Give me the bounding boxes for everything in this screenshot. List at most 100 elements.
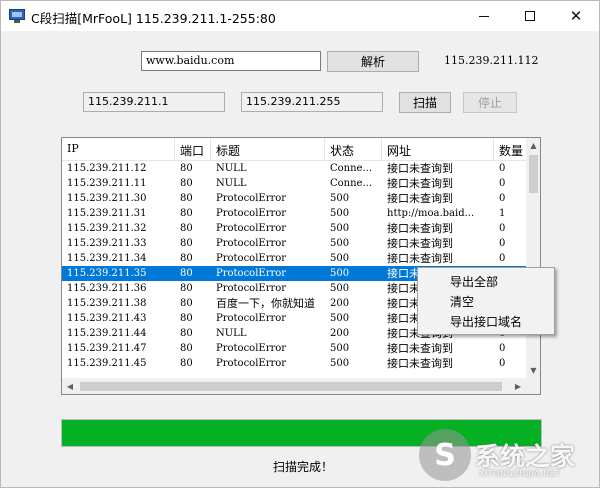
minimize-icon <box>479 15 489 17</box>
table-row[interactable]: 115.239.211.31 80 ProtocolError 500 http://m… <box>62 206 526 221</box>
cell-url: 接口未查询到 <box>387 192 453 205</box>
watermark-url: XITONGZHIJIA.NET <box>479 469 561 478</box>
cell-port: 80 <box>180 238 193 249</box>
cell-status: 500 <box>330 313 350 324</box>
end-ip-input[interactable]: 115.239.211.255 <box>241 92 383 112</box>
menu-item-export-domains[interactable]: 导出接口域名 <box>418 312 554 332</box>
scroll-left-icon[interactable]: ◀ <box>62 378 78 394</box>
watermark: S 系统之家 XITONGZHIJIA.NET <box>419 425 599 487</box>
cell-title: ProtocolError <box>216 223 287 234</box>
listview-header: IP 端口 标题 状态 网址 数量 <box>62 138 526 161</box>
cell-port: 80 <box>180 328 193 339</box>
cell-status: 200 <box>330 328 350 339</box>
cell-ip: 115.239.211.44 <box>67 328 147 339</box>
table-row[interactable]: 115.239.211.11 80 NULL Conne... 接口未查询到 0 <box>62 176 526 191</box>
column-header-count[interactable]: 数量 <box>494 138 526 161</box>
table-row[interactable]: 115.239.211.12 80 NULL Conne... 接口未查询到 0 <box>62 161 526 176</box>
app-window: C段扫描[MrFooL] 115.239.211.1-255:80 ✕ www.… <box>0 0 600 488</box>
horizontal-scroll-thumb[interactable] <box>80 382 502 391</box>
cell-ip: 115.239.211.43 <box>67 313 147 324</box>
cell-ip: 115.239.211.35 <box>67 268 147 279</box>
column-header-port[interactable]: 端口 <box>175 138 211 161</box>
cell-port: 80 <box>180 193 193 204</box>
table-row[interactable]: 115.239.211.30 80 ProtocolError 500 接口未查询到 0 <box>62 191 526 206</box>
cell-url: 接口未查询到 <box>387 177 453 190</box>
cell-port: 80 <box>180 298 193 309</box>
cell-title: ProtocolError <box>216 238 287 249</box>
cell-ip: 115.239.211.36 <box>67 283 147 294</box>
cell-title: NULL <box>216 163 247 174</box>
table-row[interactable]: 115.239.211.47 80 ProtocolError 500 接口未查询到 0 <box>62 341 526 356</box>
window-title: C段扫描[MrFooL] 115.239.211.1-255:80 <box>31 11 276 26</box>
cell-port: 80 <box>180 268 193 279</box>
column-header-status[interactable]: 状态 <box>325 138 382 161</box>
cell-url: http://moa.baid... <box>387 208 475 219</box>
cell-ip: 115.239.211.38 <box>67 298 147 309</box>
cell-port: 80 <box>180 208 193 219</box>
scrollbar-corner <box>526 378 540 394</box>
cell-url: 接口未查询到 <box>387 162 453 175</box>
menu-item-export-all[interactable]: 导出全部 <box>418 272 554 292</box>
vertical-scrollbar[interactable]: ▲ ▼ <box>526 138 540 378</box>
scroll-right-icon[interactable]: ▶ <box>510 378 526 394</box>
cell-status: 200 <box>330 298 350 309</box>
cell-port: 80 <box>180 358 193 369</box>
start-ip-input[interactable]: 115.239.211.1 <box>83 92 225 112</box>
minimize-button[interactable] <box>461 1 507 31</box>
cell-status: 500 <box>330 208 350 219</box>
app-monitor-icon <box>9 9 25 23</box>
results-listview[interactable]: IP 端口 标题 状态 网址 数量 115.239.211.12 80 NULL Co… <box>61 137 541 395</box>
cell-port: 80 <box>180 283 193 294</box>
cell-count: 0 <box>499 238 506 249</box>
horizontal-scrollbar[interactable]: ◀ ▶ <box>62 378 526 394</box>
cell-title: ProtocolError <box>216 193 287 204</box>
status-label: 扫描完成！ <box>273 460 334 474</box>
scroll-up-icon[interactable]: ▲ <box>526 138 540 153</box>
cell-status: 500 <box>330 238 350 249</box>
column-header-title[interactable]: 标题 <box>211 138 325 161</box>
table-row[interactable]: 115.239.211.33 80 ProtocolError 500 接口未查询到 0 <box>62 236 526 251</box>
resolve-button[interactable]: 解析 <box>327 51 419 72</box>
watermark-text: 系统之家 <box>475 442 576 471</box>
cell-title: ProtocolError <box>216 283 287 294</box>
stop-button[interactable]: 停止 <box>463 92 517 113</box>
cell-title: NULL <box>216 328 247 339</box>
maximize-button[interactable] <box>507 1 553 31</box>
column-header-ip[interactable]: IP <box>62 138 175 161</box>
title-bar[interactable]: C段扫描[MrFooL] 115.239.211.1-255:80 ✕ <box>1 1 599 31</box>
cell-ip: 115.239.211.11 <box>67 178 147 189</box>
maximize-icon <box>525 11 535 21</box>
cell-count: 0 <box>499 358 506 369</box>
cell-title: ProtocolError <box>216 313 287 324</box>
cell-status: 500 <box>330 193 350 204</box>
cell-url: 接口未查询到 <box>387 237 453 250</box>
cell-status: 500 <box>330 343 350 354</box>
resolved-ip-label: 115.239.211.112 <box>444 54 539 67</box>
menu-item-clear[interactable]: 清空 <box>418 292 554 312</box>
cell-title: ProtocolError <box>216 253 287 264</box>
cell-url: 接口未查询到 <box>387 252 453 265</box>
cell-port: 80 <box>180 223 193 234</box>
table-row[interactable]: 115.239.211.32 80 ProtocolError 500 接口未查询到 0 <box>62 221 526 236</box>
cell-ip: 115.239.211.32 <box>67 223 147 234</box>
close-button[interactable]: ✕ <box>553 1 599 31</box>
cell-port: 80 <box>180 178 193 189</box>
table-row[interactable]: 115.239.211.45 80 ProtocolError 500 接口未查询到 0 <box>62 356 526 371</box>
cell-port: 80 <box>180 253 193 264</box>
cell-status: 500 <box>330 283 350 294</box>
scan-button[interactable]: 扫描 <box>399 92 451 113</box>
cell-ip: 115.239.211.33 <box>67 238 147 249</box>
domain-input[interactable]: www.baidu.com <box>141 51 321 71</box>
scroll-down-icon[interactable]: ▼ <box>526 363 540 378</box>
cell-count: 0 <box>499 223 506 234</box>
cell-url: 接口未查询到 <box>387 357 453 370</box>
column-header-url[interactable]: 网址 <box>382 138 494 161</box>
cell-port: 80 <box>180 343 193 354</box>
table-row[interactable]: 115.239.211.34 80 ProtocolError 500 接口未查询到 0 <box>62 251 526 266</box>
cell-status: Conne... <box>330 178 373 189</box>
cell-ip: 115.239.211.12 <box>67 163 147 174</box>
cell-count: 0 <box>499 253 506 264</box>
cell-ip: 115.239.211.34 <box>67 253 147 264</box>
cell-ip: 115.239.211.31 <box>67 208 147 219</box>
vertical-scroll-thumb[interactable] <box>529 155 538 193</box>
